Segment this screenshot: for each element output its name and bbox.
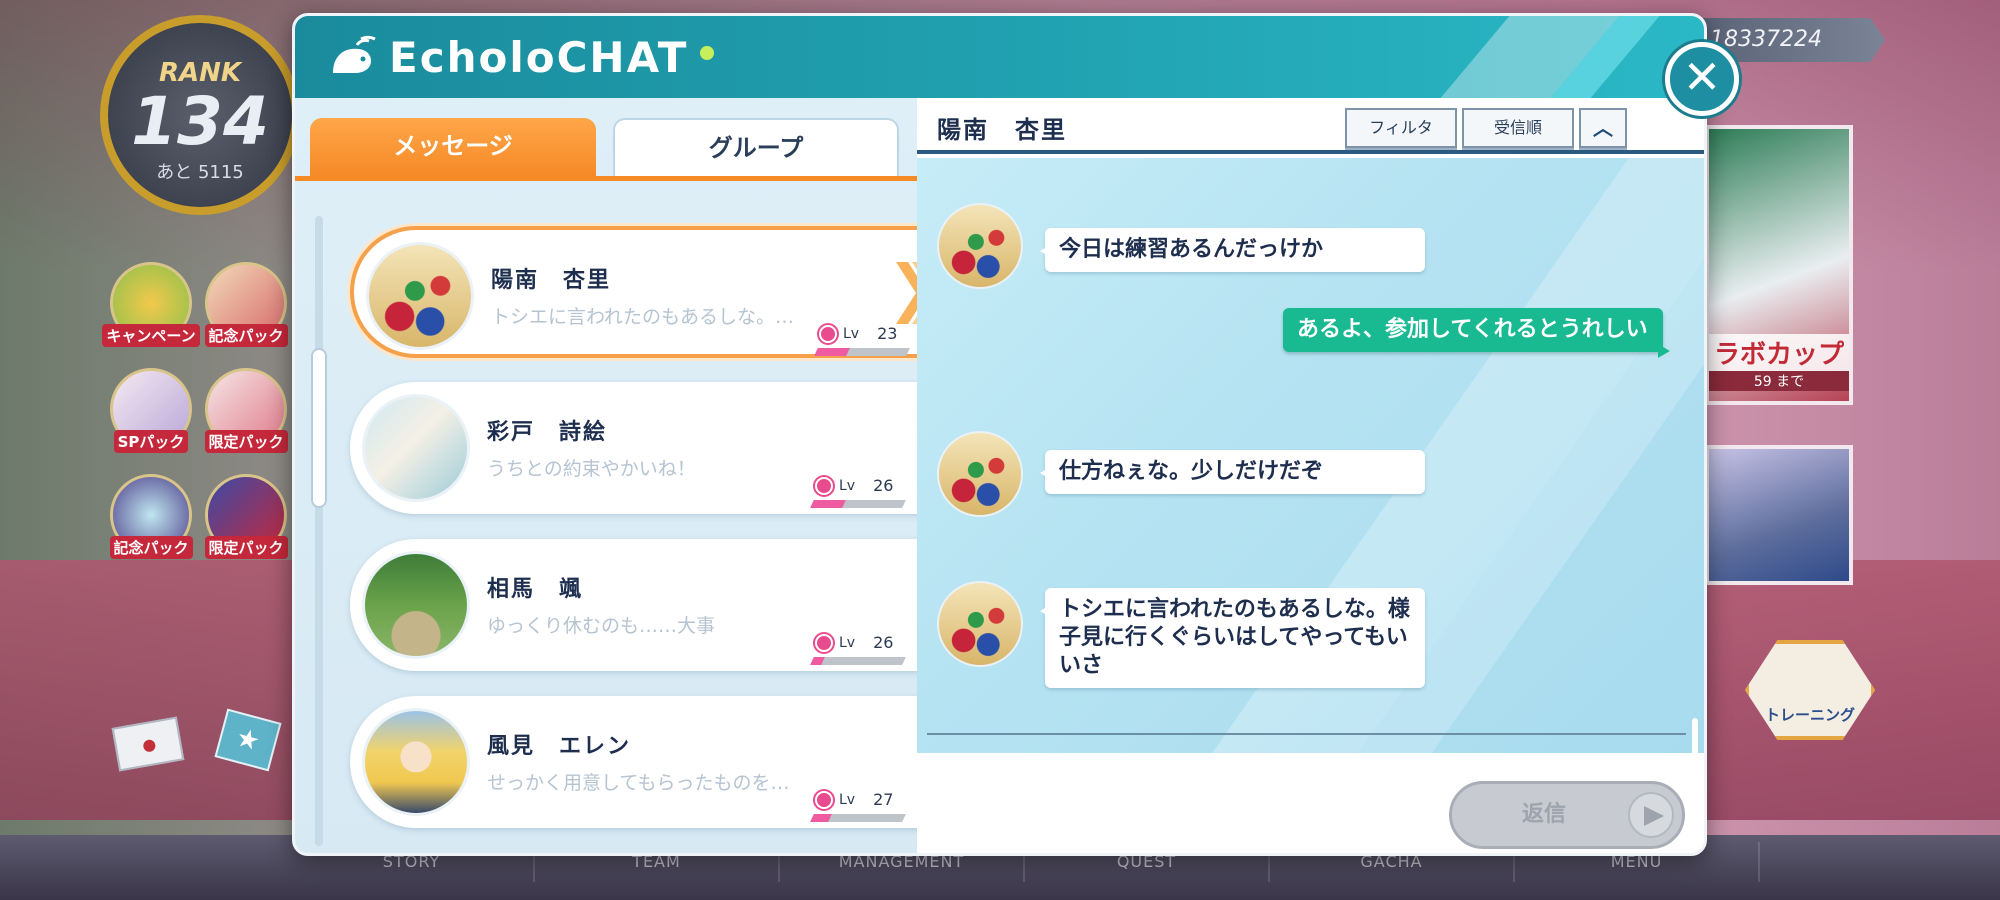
message-row: 仕方ねぇな。少しだけだぞ [917, 428, 1704, 528]
affection-bar-fill [814, 348, 851, 356]
message-row: トシエに言われたのもあるしな。様子見に行くぐらいはしてやってもいいさ [917, 578, 1704, 698]
sort-order-button[interactable]: 受信順 [1462, 108, 1574, 148]
rank-next-exp: あと 5115 [156, 162, 244, 183]
level-label: Lv [839, 477, 856, 494]
contact-name: 相馬 颯 [487, 577, 584, 602]
incoming-message: トシエに言われたのもあるしな。様子見に行くぐらいはしてやってもいいさ [1040, 588, 1425, 688]
thread-scrollbar[interactable] [1692, 718, 1698, 753]
message-thread[interactable]: 今日は練習あるんだっけか あるよ、参加してくれるとうれしい 仕方ねぇな。少しだけ… [917, 158, 1704, 753]
avatar [366, 242, 474, 350]
heart-icon [815, 633, 833, 652]
contact-preview: うちとの約束やかいね！ [487, 458, 696, 480]
avatar [937, 203, 1023, 289]
character-banner[interactable] [1705, 445, 1853, 585]
contact-preview: せっかく用意してもらったものを… [487, 772, 790, 794]
banner-deadline: 59 まで [1709, 371, 1849, 391]
heart-icon [815, 476, 833, 495]
send-arrow-icon [1628, 792, 1674, 838]
sp-pack-label: SPパック [113, 430, 189, 453]
close-button[interactable]: ✕ [1665, 42, 1739, 116]
affection-bar-fill [810, 500, 847, 508]
app-logo: EcholoCHAT [327, 32, 715, 82]
reply-label: 返信 [1522, 802, 1567, 827]
contact-list-pane: メッセージ グループ 陽南 杏里 トシエに言われたのもあるしな。… Lv 23 … [295, 98, 936, 853]
contact-name: 陽南 杏里 [491, 268, 612, 293]
affection-bar [810, 657, 906, 665]
memorial-pack-button[interactable]: 記念パック [204, 262, 288, 347]
contact-item[interactable]: 相馬 颯 ゆっくり休むのも……大事 Lv 26 [350, 539, 935, 671]
rank-value: 134 [131, 83, 269, 160]
chat-dialog: EcholoCHAT メッセージ グループ 陽南 杏里 トシエに言われたのもある… [292, 13, 1707, 856]
avatar [937, 431, 1023, 517]
campaign-button[interactable]: キャンペーン [102, 262, 200, 347]
contact-scrollbar-track[interactable] [315, 216, 323, 846]
affection-bar-fill [810, 657, 825, 665]
reply-button[interactable]: 返信 [1449, 781, 1685, 849]
contact-preview: トシエに言われたのもあるしな。… [491, 306, 795, 328]
contact-item[interactable]: 陽南 杏里 トシエに言われたのもあるしな。… Lv 23 [350, 226, 936, 358]
rank-badge: RANK 134 あと 5115 [100, 15, 300, 215]
level-label: Lv [839, 791, 856, 808]
incoming-message: 今日は練習あるんだっけか [1040, 228, 1425, 272]
affection-bar [810, 814, 906, 822]
affection-level: Lv 23 [819, 324, 897, 343]
contact-scrollbar-thumb[interactable] [311, 348, 327, 508]
contact-preview: ゆっくり休むのも……大事 [487, 615, 716, 637]
app-title: EcholoCHAT [389, 32, 689, 82]
affection-bar [814, 348, 910, 356]
affection-level: Lv 26 [815, 476, 893, 495]
heart-icon [815, 790, 833, 809]
contact-name: 風見 エレン [487, 734, 632, 759]
message-row: あるよ、参加してくれるとうれしい [917, 308, 1704, 388]
campaign-label: キャンペーン [102, 324, 200, 347]
chevron-up-icon[interactable]: ︿ [1579, 108, 1627, 148]
level-value: 26 [873, 476, 894, 495]
banner-title: ラボカップ [1709, 334, 1849, 371]
limited-pack-label: 限定パック [204, 430, 288, 453]
filter-button[interactable]: フィルタ [1345, 108, 1457, 148]
tab-group[interactable]: グループ [613, 118, 899, 176]
incoming-message: 仕方ねぇな。少しだけだぞ [1040, 450, 1425, 494]
tab-underline [295, 176, 917, 181]
dolphin-icon [333, 35, 376, 73]
level-label: Lv [843, 325, 860, 342]
limited-pack-button-2[interactable]: 限定パック [204, 474, 288, 559]
affection-bar-fill [810, 814, 833, 822]
avatar [362, 708, 470, 816]
affection-bar [810, 500, 906, 508]
conversation-header: 陽南 杏里 フィルタ 受信順 ︿ [917, 98, 1704, 154]
memorial-pack-label: 記念パック [204, 324, 288, 347]
avatar [362, 551, 470, 659]
contact-name: 彩戸 詩絵 [487, 420, 608, 445]
avatar [362, 394, 470, 502]
message-row: 今日は練習あるんだっけか [917, 158, 1704, 298]
level-value: 27 [873, 790, 894, 809]
avatar [937, 581, 1023, 667]
conversation-pane: 陽南 杏里 フィルタ 受信順 ︿ 今日は練習あるんだっけか あるよ、参加してくれ… [917, 98, 1704, 853]
limited-pack-button[interactable]: 限定パック [204, 368, 288, 453]
outgoing-message: あるよ、参加してくれるとうれしい [1283, 308, 1670, 358]
dialog-header: EcholoCHAT [295, 16, 1704, 98]
memorial-pack-button-2[interactable]: 記念パック [109, 474, 193, 559]
collab-cup-banner[interactable]: ラボカップ 59 まで [1705, 125, 1853, 405]
affection-level: Lv 26 [815, 633, 893, 652]
sp-pack-button[interactable]: SPパック [110, 368, 192, 453]
close-icon: ✕ [1682, 50, 1722, 104]
level-value: 26 [873, 633, 894, 652]
contact-item[interactable]: 彩戸 詩絵 うちとの約束やかいね！ Lv 26 [350, 382, 935, 514]
thread-divider [927, 733, 1686, 735]
logo-dot [700, 46, 715, 60]
affection-level: Lv 27 [815, 790, 893, 809]
conversation-partner-name: 陽南 杏里 [937, 116, 1067, 144]
limited-pack-label-2: 限定パック [204, 536, 288, 559]
level-label: Lv [839, 634, 856, 651]
tab-messages[interactable]: メッセージ [310, 118, 596, 176]
heart-icon [819, 324, 837, 343]
memorial-pack-label-2: 記念パック [109, 536, 193, 559]
contact-item[interactable]: 風見 エレン せっかく用意してもらったものを… Lv 27 [350, 696, 935, 828]
